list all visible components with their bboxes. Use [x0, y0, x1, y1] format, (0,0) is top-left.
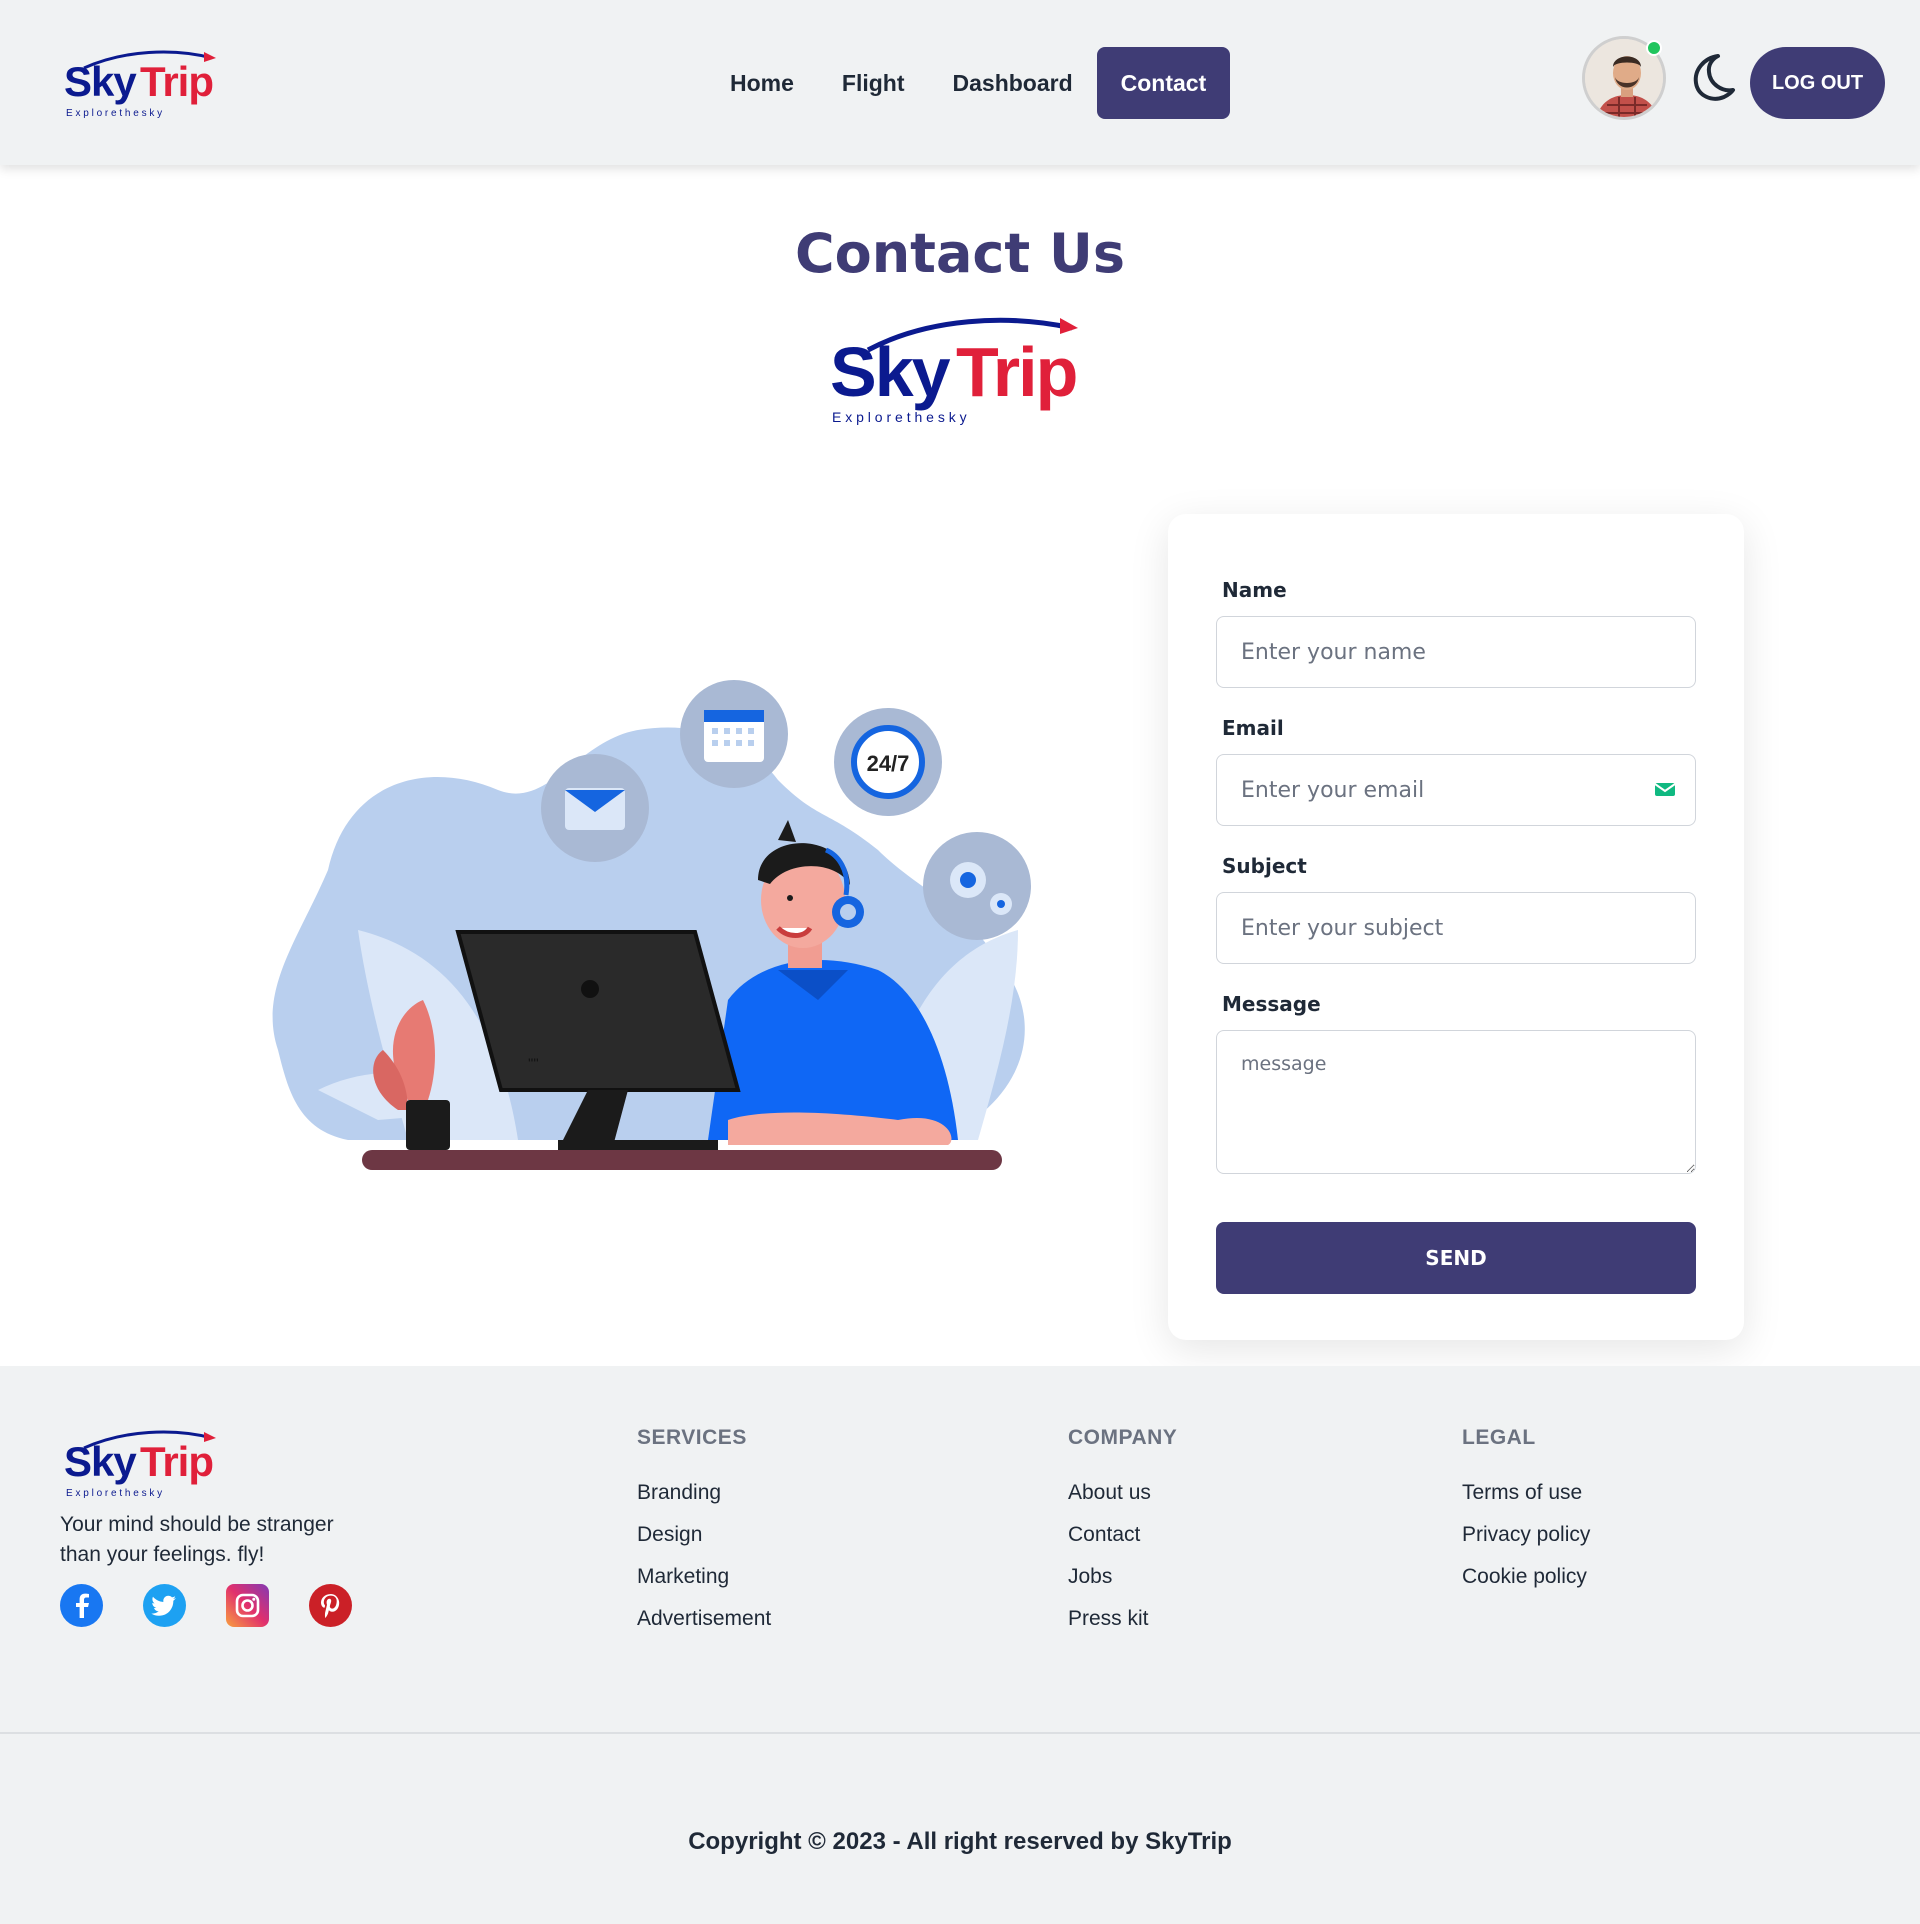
online-status-dot	[1646, 40, 1662, 56]
skytrip-logo-graphic: Sky Trip E x p l o r e t h e s k y	[64, 50, 216, 119]
footer-services-list: Branding Design Marketing Advertisement	[637, 1472, 771, 1640]
main-nav: Home Flight Dashboard Contact	[706, 47, 1231, 119]
header-logo[interactable]: Sky Trip E x p l o r e t h e s k y	[64, 46, 224, 122]
footer-link-jobs[interactable]: Jobs	[1068, 1556, 1151, 1598]
nav-dashboard[interactable]: Dashboard	[929, 47, 1097, 119]
email-input[interactable]	[1216, 754, 1696, 826]
subject-input[interactable]	[1216, 892, 1696, 964]
facebook-icon[interactable]	[60, 1584, 103, 1627]
footer-link-terms-of-use[interactable]: Terms of use	[1462, 1472, 1590, 1514]
page-title: Contact Us	[794, 222, 1126, 285]
moon-icon[interactable]	[1684, 50, 1738, 104]
footer-divider	[0, 1732, 1920, 1734]
nav-flight[interactable]: Flight	[818, 47, 929, 119]
gears-icon	[923, 832, 1031, 940]
svg-text:'''': ''''	[528, 1055, 539, 1071]
footer-logo-word-sky: Sky	[64, 1438, 137, 1485]
footer-link-design[interactable]: Design	[637, 1514, 771, 1556]
footer-tagline: Your mind should be stranger than your f…	[60, 1513, 334, 1566]
envelope-icon	[541, 754, 649, 862]
site-footer: Sky Trip E x p l o r e t h e s k y Your …	[0, 1366, 1920, 1924]
logo-word-trip: Trip	[140, 58, 213, 105]
footer-logo-word-trip: Trip	[140, 1438, 213, 1485]
name-label: Name	[1222, 578, 1287, 602]
social-links	[60, 1584, 352, 1627]
logout-button[interactable]: LOG OUT	[1750, 47, 1885, 119]
site-header: Sky Trip E x p l o r e t h e s k y Home …	[0, 0, 1920, 165]
pinterest-icon[interactable]	[309, 1584, 352, 1627]
nav-contact[interactable]: Contact	[1096, 47, 1231, 119]
footer-company-title: COMPANY	[1068, 1426, 1178, 1449]
instagram-icon[interactable]	[226, 1584, 269, 1627]
mail-icon[interactable]	[1654, 780, 1676, 800]
hero-logo-tagline: E x p l o r e t h e s k y	[832, 409, 967, 425]
footer-link-about-us[interactable]: About us	[1068, 1472, 1151, 1514]
clock-24-7-icon: 24/7	[834, 708, 942, 816]
twitter-icon[interactable]	[143, 1584, 186, 1627]
footer-legal-title: LEGAL	[1462, 1426, 1536, 1449]
skytrip-logo-graphic-footer: Sky Trip E x p l o r e t h e s k y	[64, 1430, 216, 1499]
footer-services-title: SERVICES	[637, 1426, 747, 1449]
hero-logo-word-sky: Sky	[830, 333, 951, 411]
send-button[interactable]: SEND	[1216, 1222, 1696, 1294]
support-illustration: 24/7 ''''	[272, 680, 1031, 1170]
subject-label: Subject	[1222, 854, 1307, 878]
contact-form: Name Email Subject Message SEND	[1168, 514, 1744, 1340]
copyright-text: Copyright © 2023 - All right reserved by…	[688, 1828, 1232, 1855]
footer-company-list: About us Contact Jobs Press kit	[1068, 1472, 1151, 1640]
clock-24-7-text: 24/7	[867, 751, 910, 776]
footer-link-privacy-policy[interactable]: Privacy policy	[1462, 1514, 1590, 1556]
name-input[interactable]	[1216, 616, 1696, 688]
hero-logo: Sky Trip E x p l o r e t h e s k y	[828, 310, 1098, 430]
footer-link-press-kit[interactable]: Press kit	[1068, 1598, 1151, 1640]
desk	[362, 1150, 1002, 1170]
logo-word-sky: Sky	[64, 58, 137, 105]
message-textarea[interactable]	[1216, 1030, 1696, 1174]
logo-tagline: E x p l o r e t h e s k y	[66, 108, 162, 119]
nav-home[interactable]: Home	[706, 47, 818, 119]
footer-legal-list: Terms of use Privacy policy Cookie polic…	[1462, 1472, 1590, 1598]
skytrip-logo-graphic-large: Sky Trip E x p l o r e t h e s k y	[830, 317, 1078, 425]
hero-logo-word-trip: Trip	[956, 333, 1076, 411]
email-label: Email	[1222, 716, 1284, 740]
calendar-icon	[680, 680, 788, 788]
footer-link-branding[interactable]: Branding	[637, 1472, 771, 1514]
footer-logo-tagline: E x p l o r e t h e s k y	[66, 1488, 162, 1499]
footer-link-cookie-policy[interactable]: Cookie policy	[1462, 1556, 1590, 1598]
footer-link-advertisement[interactable]: Advertisement	[637, 1598, 771, 1640]
footer-link-contact[interactable]: Contact	[1068, 1514, 1151, 1556]
message-label: Message	[1222, 992, 1321, 1016]
footer-logo[interactable]: Sky Trip E x p l o r e t h e s k y	[64, 1426, 224, 1502]
footer-link-marketing[interactable]: Marketing	[637, 1556, 771, 1598]
